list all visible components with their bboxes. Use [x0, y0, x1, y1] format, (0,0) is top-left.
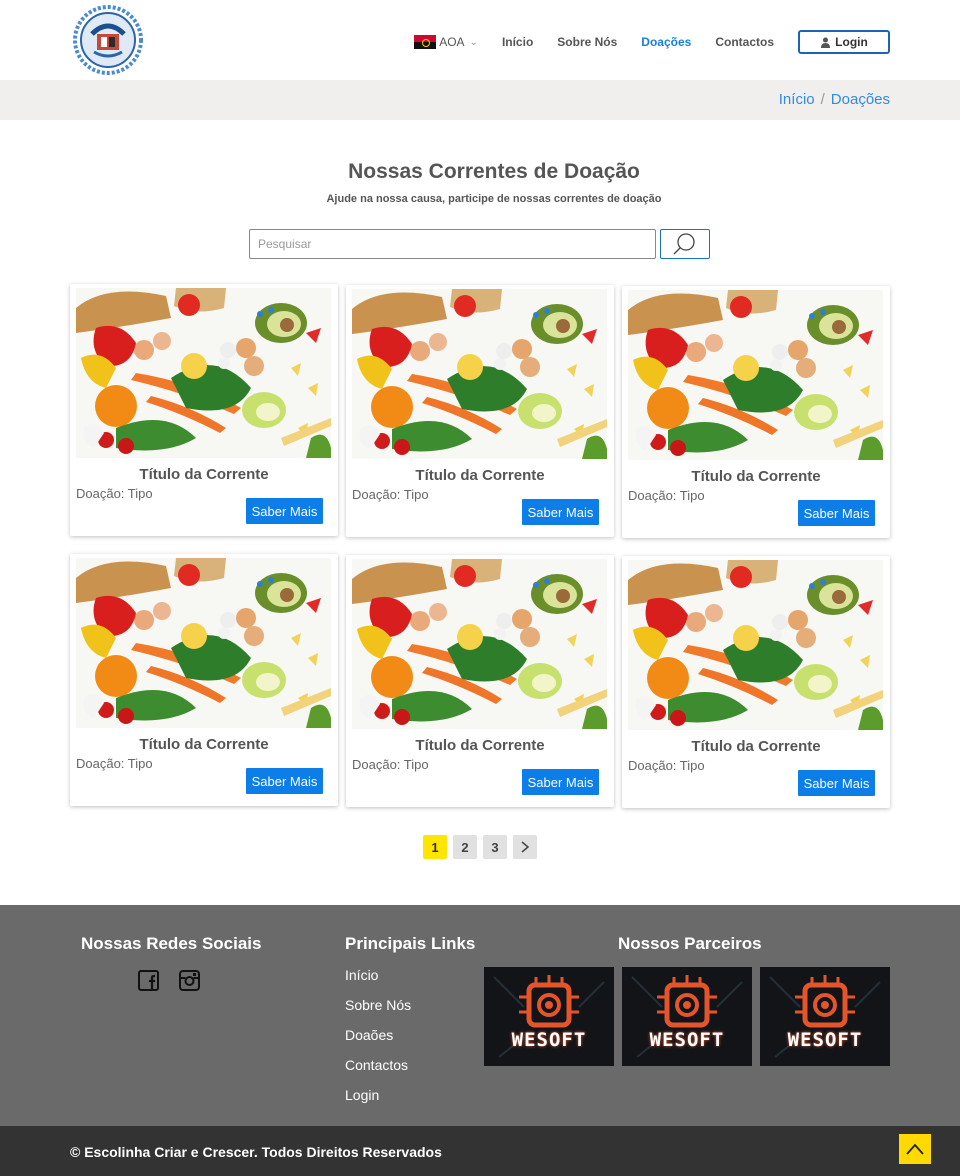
footer-link-sobre-nos[interactable]: Sobre Nós — [345, 997, 411, 1013]
footer-link-login[interactable]: Login — [345, 1087, 379, 1103]
vegetables-image — [628, 560, 883, 730]
search-icon — [673, 233, 695, 255]
footer-link-contactos[interactable]: Contactos — [345, 1057, 408, 1073]
search-button[interactable] — [660, 229, 710, 259]
vegetables-image — [352, 289, 607, 459]
partner-logo[interactable]: WESOFT — [484, 967, 614, 1066]
donation-card: Título da Corrente Doação: Tipo Saber Ma… — [70, 284, 338, 536]
angola-flag-icon — [414, 35, 437, 49]
social-icons — [138, 970, 200, 991]
breadcrumb-separator: / — [820, 91, 825, 108]
instagram-icon[interactable] — [179, 970, 200, 991]
donation-card: Título da Corrente Doação: Tipo Saber Ma… — [70, 554, 338, 806]
social-heading: Nossas Redes Sociais — [81, 934, 262, 953]
card-donation-type: Doação: Tipo — [628, 758, 705, 773]
page-2-button[interactable]: 2 — [453, 835, 477, 859]
breadcrumb: Início / Doações — [779, 91, 890, 108]
pagination: 1 2 3 — [423, 835, 537, 859]
vegetables-image — [76, 288, 331, 458]
nav-doacoes[interactable]: Doações — [641, 35, 691, 49]
links-heading: Principais Links — [345, 934, 476, 953]
partner-logo[interactable]: WESOFT — [760, 967, 890, 1066]
currency-selector[interactable]: AOA ⌄ — [414, 35, 478, 49]
donation-card: Título da Corrente Doação: Tipo Saber Ma… — [346, 555, 614, 807]
page-subtitle: Ajude na nossa causa, participe de nossa… — [326, 193, 662, 205]
footer-link-inicio[interactable]: Início — [345, 967, 378, 983]
nav-sobre-nos[interactable]: Sobre Nós — [557, 35, 617, 49]
page-3-button[interactable]: 3 — [483, 835, 507, 859]
breadcrumb-bar: Início / Doações — [0, 80, 960, 120]
card-donation-type: Doação: Tipo — [76, 486, 153, 501]
nav-contactos[interactable]: Contactos — [715, 35, 774, 49]
card-title: Título da Corrente — [691, 738, 821, 755]
card-donation-type: Doação: Tipo — [352, 757, 429, 772]
saber-mais-button[interactable]: Saber Mais — [246, 768, 323, 794]
footer-link-doacoes[interactable]: Doaões — [345, 1027, 393, 1043]
card-title: Título da Corrente — [139, 736, 269, 753]
wesoft-chip-icon — [622, 967, 752, 1066]
saber-mais-button[interactable]: Saber Mais — [798, 500, 875, 526]
chevron-up-icon — [906, 1143, 924, 1155]
vegetables-image — [76, 558, 331, 728]
page-title: Nossas Correntes de Doação — [348, 160, 640, 183]
card-title: Título da Corrente — [139, 466, 269, 483]
search-input[interactable] — [249, 229, 656, 259]
vegetables-image — [352, 559, 607, 729]
card-donation-type: Doação: Tipo — [628, 488, 705, 503]
partner-name: WESOFT — [787, 1029, 863, 1051]
card-title: Título da Corrente — [415, 737, 545, 754]
card-title: Título da Corrente — [415, 467, 545, 484]
saber-mais-button[interactable]: Saber Mais — [522, 769, 599, 795]
saber-mais-button[interactable]: Saber Mais — [246, 498, 323, 524]
donation-card: Título da Corrente Doação: Tipo Saber Ma… — [622, 556, 890, 808]
back-to-top-button[interactable] — [899, 1134, 931, 1164]
page-1-button[interactable]: 1 — [423, 835, 447, 859]
donation-card: Título da Corrente Doação: Tipo Saber Ma… — [346, 285, 614, 537]
saber-mais-button[interactable]: Saber Mais — [522, 499, 599, 525]
wesoft-chip-icon — [760, 967, 890, 1066]
copyright-bar: © Escolinha Criar e Crescer. Todos Direi… — [0, 1126, 960, 1176]
partners-heading: Nossos Parceiros — [618, 934, 762, 953]
wesoft-chip-icon — [484, 967, 614, 1066]
partner-name: WESOFT — [511, 1029, 587, 1051]
vegetables-image — [628, 290, 883, 460]
login-label: Login — [835, 35, 868, 49]
next-page-button[interactable] — [513, 835, 537, 859]
site-footer: Nossas Redes Sociais Principais Links In… — [0, 905, 960, 1126]
card-title: Título da Corrente — [691, 468, 821, 485]
site-header: AOA ⌄ Início Sobre Nós Doações Contactos… — [0, 0, 960, 80]
login-button[interactable]: Login — [798, 30, 890, 54]
copyright-text: © Escolinha Criar e Crescer. Todos Direi… — [70, 1144, 442, 1160]
currency-label: AOA — [439, 35, 465, 49]
partner-logo[interactable]: WESOFT — [622, 967, 752, 1066]
user-icon — [821, 37, 831, 48]
nav-inicio[interactable]: Início — [502, 35, 533, 49]
facebook-icon[interactable] — [138, 970, 159, 991]
card-donation-type: Doação: Tipo — [76, 756, 153, 771]
card-donation-type: Doação: Tipo — [352, 487, 429, 502]
breadcrumb-inicio[interactable]: Início — [779, 91, 815, 108]
breadcrumb-doacoes[interactable]: Doações — [831, 91, 890, 108]
chevron-right-icon — [521, 841, 530, 853]
saber-mais-button[interactable]: Saber Mais — [798, 770, 875, 796]
donation-card: Título da Corrente Doação: Tipo Saber Ma… — [622, 286, 890, 538]
chevron-down-icon: ⌄ — [469, 36, 478, 48]
partner-name: WESOFT — [649, 1029, 725, 1051]
escolinha-logo[interactable] — [70, 4, 146, 76]
main-nav: AOA ⌄ Início Sobre Nós Doações Contactos… — [414, 30, 890, 54]
